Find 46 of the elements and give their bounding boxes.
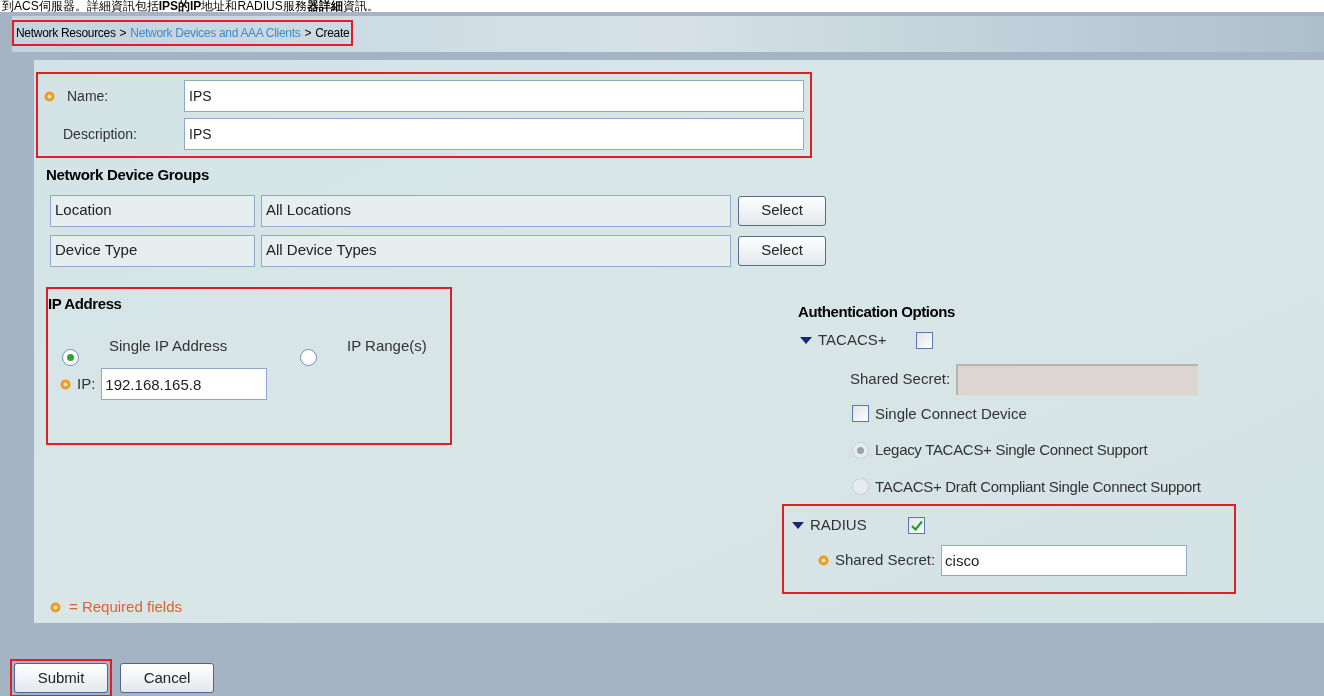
radio-button[interactable]: [852, 478, 869, 496]
radio-label: Legacy TACACS+ Single Connect Support: [875, 440, 1148, 460]
checkbox[interactable]: [852, 405, 869, 423]
cancel-button[interactable]: Cancel: [120, 663, 214, 693]
field-label: Name:: [67, 86, 109, 106]
radio-label: IP Range(s): [347, 336, 427, 356]
checkbox-label: Single Connect Device: [875, 403, 1027, 424]
field-label: IP:: [77, 373, 96, 394]
required-icon: [818, 554, 829, 566]
caret-icon[interactable]: [800, 336, 812, 344]
breadcrumb-text: Network Resources: [16, 25, 116, 42]
shared-secret-field[interactable]: cisco: [941, 544, 1188, 576]
radio-label: TACACS+ Draft Compliant Single Connect Support: [875, 476, 1201, 497]
text-field[interactable]: IPS: [184, 118, 804, 150]
table-cell: All Device Types: [261, 234, 731, 267]
field-label: Shared Secret:: [850, 368, 951, 389]
radio-button[interactable]: [62, 349, 79, 366]
option-label: TACACS+: [818, 330, 888, 350]
required-icon: [50, 601, 61, 613]
ip-field[interactable]: 192.168.165.8: [101, 368, 268, 400]
field-label: Description:: [63, 124, 137, 144]
section-title: Authentication Options: [798, 301, 957, 322]
checkbox[interactable]: [908, 516, 925, 534]
caret-icon[interactable]: [792, 521, 804, 529]
submit-button[interactable]: Submit: [14, 663, 108, 693]
required-note: = Required fields: [69, 597, 182, 617]
radio-button[interactable]: [852, 441, 869, 459]
section-title: Network Device Groups: [46, 165, 210, 185]
table-cell: All Locations: [261, 194, 731, 227]
select-button[interactable]: Select: [738, 235, 826, 266]
required-icon: [60, 378, 71, 390]
select-button[interactable]: Select: [738, 195, 826, 226]
checkbox[interactable]: [916, 331, 933, 349]
radio-button[interactable]: [300, 349, 317, 366]
section-title: IP Address: [48, 293, 123, 314]
table-cell: Location: [50, 194, 255, 227]
breadcrumb-text: >: [304, 25, 312, 42]
field-label: Shared Secret:: [835, 549, 936, 570]
table-cell: Device Type: [50, 234, 255, 267]
text-field[interactable]: IPS: [184, 80, 804, 112]
shared-secret-field[interactable]: [956, 363, 1199, 395]
option-label: RADIUS: [810, 515, 868, 535]
caption-text: 到ACS伺服器。詳細資訊包括IPS的IP地址和RADIUS服務器詳細資訊。: [1, 0, 380, 12]
breadcrumb-text: Create: [315, 25, 350, 42]
radio-label: Single IP Address: [109, 336, 228, 356]
breadcrumb-text: >: [119, 25, 127, 42]
